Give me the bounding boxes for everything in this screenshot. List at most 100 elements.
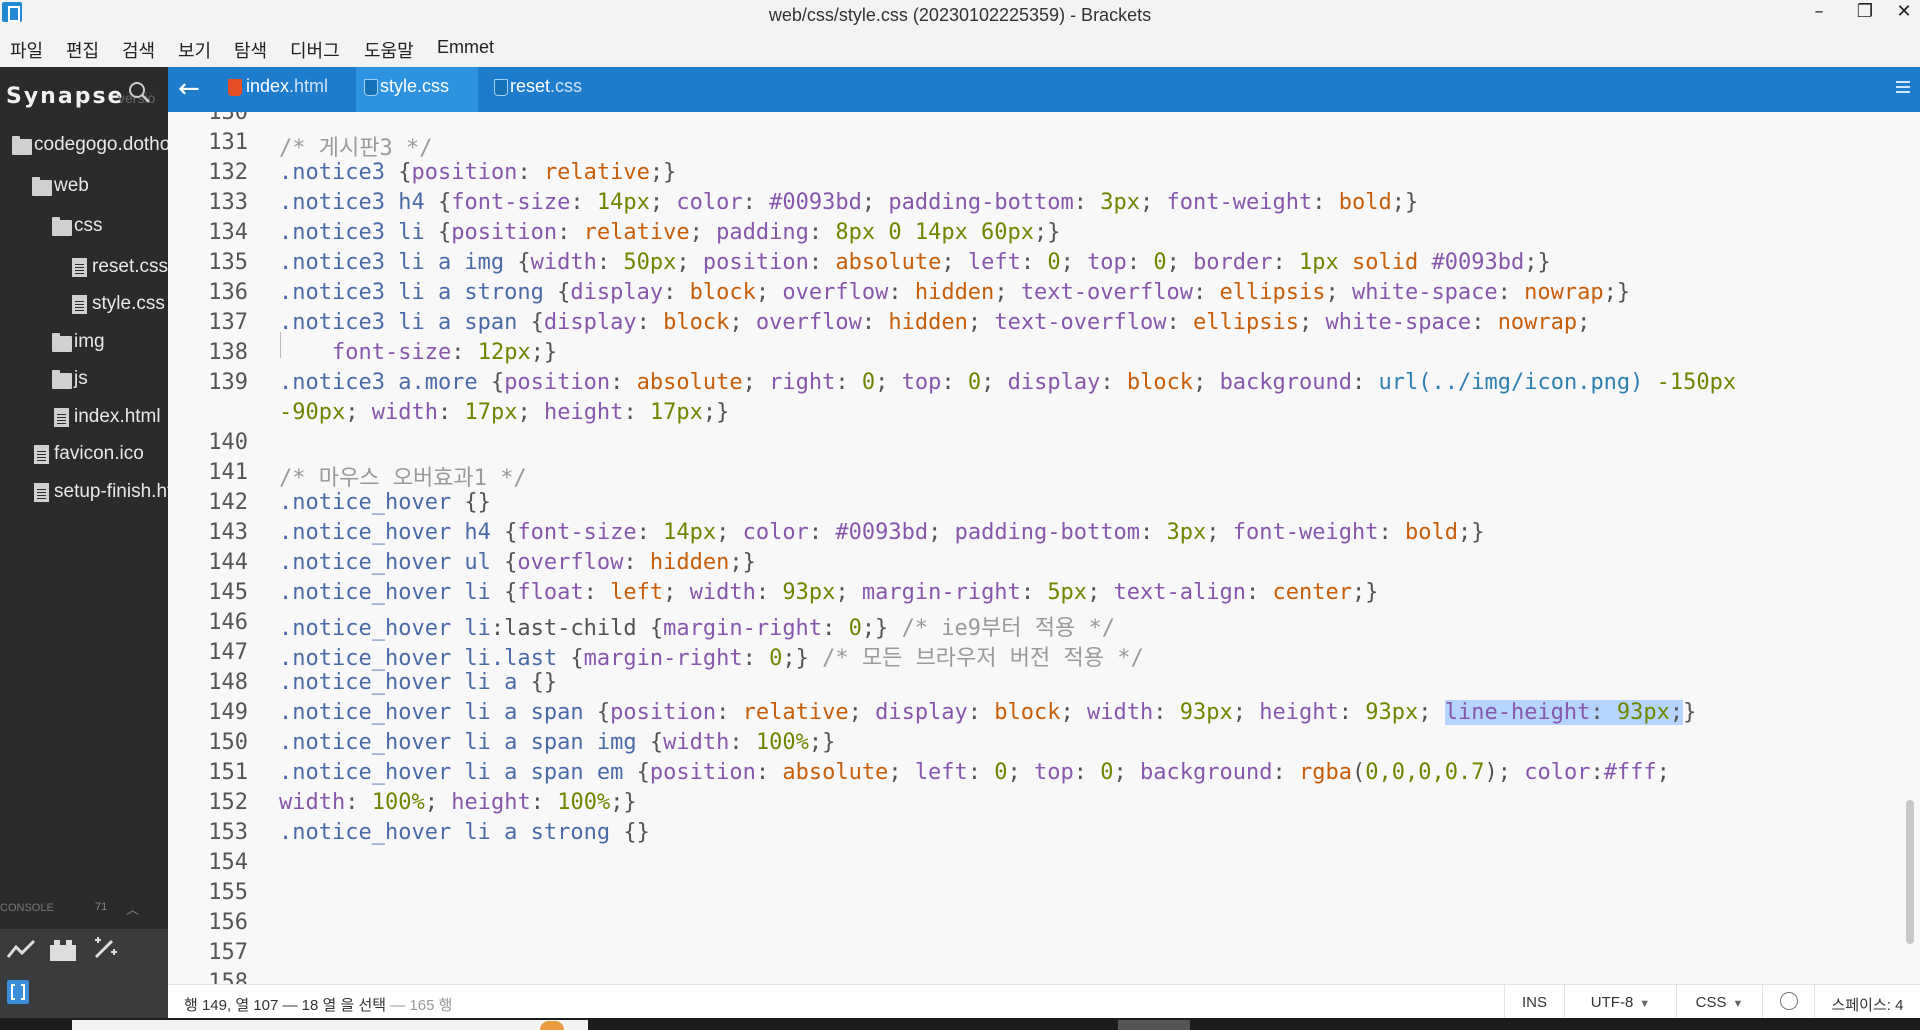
tree-item-label: style.css	[92, 293, 165, 314]
console-count: 71	[95, 901, 108, 913]
status-bar: 행 149, 열 107 — 18 열 을 선택 — 165 행 INS UTF…	[168, 984, 1920, 1019]
activity-icon[interactable]	[6, 937, 36, 963]
menu-file[interactable]: 파일	[10, 37, 43, 63]
css3-icon	[364, 79, 378, 96]
chevron-up-icon[interactable]: ︿	[126, 899, 139, 918]
menu-edit[interactable]: 편집	[66, 37, 99, 63]
taskbar-app-icon[interactable]	[540, 1021, 564, 1030]
tree-item-label: web	[54, 175, 89, 196]
code-line[interactable]: .notice3 h4 {font-size: 14px; color: #00…	[279, 190, 1418, 215]
scrollbar-thumb[interactable]	[1906, 800, 1914, 944]
code-line[interactable]: .notice3 li a strong {display: block; ov…	[279, 280, 1630, 305]
tab-label: index.html	[246, 76, 328, 97]
code-line[interactable]: .notice_hover li.last {margin-right: 0;}…	[279, 640, 1144, 672]
extension-icon[interactable]	[48, 937, 78, 963]
code-line[interactable]: .notice3 a.more {position: absolute; rig…	[279, 370, 1736, 395]
line-number: 133	[208, 190, 248, 215]
cursor-position: 행 149, 열 107 — 18 열 을 선택 — 165 행	[184, 994, 452, 1015]
linter-status[interactable]	[1762, 985, 1814, 1019]
line-number: 152	[208, 790, 248, 815]
code-editor[interactable]: 130 131 /* 게시판3 */ 132 .notice3 {position: r…	[168, 112, 1904, 984]
tab-style-css[interactable]: style.css	[356, 67, 478, 112]
taskbar-window-preview[interactable]	[72, 1020, 588, 1030]
encoding-label: UTF-8	[1590, 994, 1634, 1011]
menu-search[interactable]: 검색	[122, 37, 155, 63]
back-arrow-icon[interactable]: ←	[178, 74, 200, 104]
code-line[interactable]: .notice_hover li a strong {}	[279, 820, 650, 845]
line-number: 138	[208, 340, 248, 365]
code-line[interactable]: .notice3 li a img {width: 50px; position…	[279, 250, 1551, 275]
tab-bar: ← index.html style.css reset.css	[168, 67, 1920, 112]
line-number: 130	[208, 112, 248, 125]
line-number: 131	[208, 130, 248, 155]
code-line[interactable]: /* 마우스 오버효과1 */	[279, 460, 527, 492]
tab-filename: style	[380, 76, 418, 96]
code-line[interactable]: .notice_hover li a span img {width: 100%…	[279, 730, 835, 755]
code-line[interactable]: .notice_hover ul {overflow: hidden;}	[279, 550, 756, 575]
file-icon	[52, 408, 72, 428]
language-select[interactable]: CSS ▼	[1676, 985, 1762, 1019]
code-line[interactable]: .notice_hover li a span em {position: ab…	[279, 760, 1670, 785]
menu-emmet[interactable]: Emmet	[437, 37, 494, 58]
encoding-select[interactable]: UTF-8 ▼	[1564, 985, 1676, 1019]
window-title: web/css/style.css (20230102225359) - Bra…	[768, 5, 1152, 25]
tab-extension: .css	[417, 76, 450, 96]
file-icon	[70, 295, 90, 315]
os-taskbar	[0, 1018, 1920, 1030]
menu-view[interactable]: 보기	[178, 37, 211, 63]
code-line[interactable]: .notice_hover {}	[279, 490, 491, 515]
line-number: 151	[208, 760, 248, 785]
search-icon[interactable]	[128, 81, 150, 103]
brackets-icon[interactable]	[4, 979, 34, 1005]
folder-icon	[52, 370, 72, 390]
line-number: 143	[208, 520, 248, 545]
code-line[interactable]: .notice3 {position: relative;}	[279, 160, 676, 185]
line-number: 147	[208, 640, 248, 665]
tab-index-html[interactable]: index.html	[216, 67, 348, 112]
code-line[interactable]: font-size: 12px;}	[279, 340, 557, 365]
sidebar: Synapse versio codegogo.dothome.co.kr we…	[0, 67, 168, 1030]
tree-item-label: setup-finish.html	[54, 481, 168, 502]
code-line[interactable]: width: 100%; height: 100%;}	[279, 790, 637, 815]
code-line[interactable]: .notice_hover li {float: left; width: 93…	[279, 580, 1379, 605]
code-line[interactable]: .notice_hover li:last-child {margin-righ…	[279, 610, 1115, 642]
tab-extension: .html	[289, 76, 329, 96]
file-icon	[70, 258, 90, 278]
line-number: 158	[208, 970, 248, 984]
line-number: 155	[208, 880, 248, 905]
restore-button[interactable]: ❐	[1848, 1, 1882, 25]
menu-debug[interactable]: 디버그	[290, 37, 340, 63]
code-line[interactable]: .notice_hover li a span {position: relat…	[279, 700, 1696, 725]
line-number: 144	[208, 550, 248, 575]
tab-reset-css[interactable]: reset.css	[478, 67, 608, 112]
code-line[interactable]: .notice3 li {position: relative; padding…	[279, 220, 1061, 245]
hamburger-menu-icon[interactable]	[1896, 81, 1910, 93]
tree-item-label: codegogo.dothome.co.kr	[34, 134, 168, 155]
tab-label: reset.css	[510, 76, 582, 97]
line-number: 146	[208, 610, 248, 635]
tree-item-label: index.html	[74, 406, 161, 427]
close-button[interactable]: ✕	[1887, 1, 1920, 25]
line-number: 154	[208, 850, 248, 875]
line-number: 134	[208, 220, 248, 245]
folder-open-icon	[32, 177, 52, 197]
tree-item-label: css	[74, 215, 103, 236]
dropdown-arrow-icon: ▼	[1639, 998, 1651, 1010]
menu-navigate[interactable]: 탐색	[234, 37, 267, 63]
tab-label: style.css	[380, 76, 449, 97]
title-bar: web/css/style.css (20230102225359) - Bra…	[0, 0, 1920, 30]
insert-mode-toggle[interactable]: INS	[1504, 985, 1564, 1019]
magic-wand-icon[interactable]	[90, 935, 120, 961]
code-line[interactable]: .notice_hover li a {}	[279, 670, 557, 695]
indent-setting[interactable]: 스페이스: 4	[1814, 985, 1920, 1019]
code-line[interactable]: -90px; width: 17px; height: 17px;}	[279, 400, 729, 425]
tab-filename: reset	[510, 76, 551, 96]
code-line[interactable]: .notice3 li a span {display: block; over…	[279, 310, 1590, 335]
minimize-button[interactable]: –	[1802, 1, 1836, 25]
tree-item-label: js	[74, 368, 88, 389]
taskbar-item[interactable]	[1118, 1020, 1190, 1030]
code-line[interactable]: /* 게시판3 */	[279, 130, 432, 162]
menu-help[interactable]: 도움말	[364, 37, 414, 63]
console-toggle[interactable]: CONSOLE 71 ︿	[0, 896, 168, 920]
code-line[interactable]: .notice_hover h4 {font-size: 14px; color…	[279, 520, 1484, 545]
